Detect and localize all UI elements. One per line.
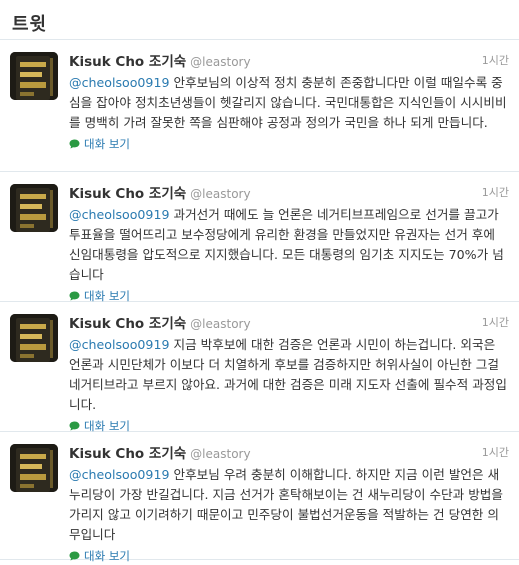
tweet-text: @cheolsoo0919 과거선거 때에도 늘 언론은 네거티브프레임으로 선… — [69, 205, 509, 285]
author-fullname[interactable]: Kisuk Cho 조기숙 — [69, 316, 186, 332]
tweet-text: @cheolsoo0919 안후보님 우려 충분히 이해합니다. 하지만 지금 … — [69, 465, 509, 545]
mention-link[interactable]: @cheolsoo0919 — [69, 75, 169, 90]
tweet-timestamp[interactable]: 1시간 — [482, 442, 509, 464]
author-fullname[interactable]: Kisuk Cho 조기숙 — [69, 186, 186, 202]
author-username[interactable]: @leastory — [190, 317, 250, 331]
tweet-text: @cheolsoo0919 지금 박후보에 대한 검증은 언론과 시민이 하는겁… — [69, 335, 509, 415]
tweet[interactable]: Kisuk Cho 조기숙 @leastory 1시간 @cheolsoo0919… — [0, 302, 519, 433]
view-conversation-link[interactable]: 대화 보기 — [69, 135, 509, 153]
tweet-timestamp[interactable]: 1시간 — [482, 312, 509, 334]
tweet[interactable]: Kisuk Cho 조기숙 @leastory 1시간 @cheolsoo0919… — [0, 40, 519, 172]
tweet-timestamp[interactable]: 1시간 — [482, 50, 509, 72]
tweet[interactable]: Kisuk Cho 조기숙 @leastory 1시간 @cheolsoo0919… — [0, 432, 519, 563]
view-conversation-label: 대화 보기 — [84, 137, 130, 151]
author-fullname[interactable]: Kisuk Cho 조기숙 — [69, 446, 186, 462]
tweet-timestamp[interactable]: 1시간 — [482, 182, 509, 204]
view-conversation-label: 대화 보기 — [84, 549, 130, 563]
view-conversation-link[interactable]: 대화 보기 — [69, 547, 509, 565]
page-title: 트윗 — [12, 14, 48, 35]
book-cover-icon — [10, 184, 58, 232]
book-cover-icon — [10, 444, 58, 492]
tweet[interactable]: Kisuk Cho 조기숙 @leastory 1시간 @cheolsoo0919… — [0, 172, 519, 303]
avatar[interactable] — [10, 444, 58, 492]
author-username[interactable]: @leastory — [190, 447, 250, 461]
author-fullname[interactable]: Kisuk Cho 조기숙 — [69, 54, 186, 70]
mention-link[interactable]: @cheolsoo0919 — [69, 207, 169, 222]
book-cover-icon — [10, 314, 58, 362]
author-username[interactable]: @leastory — [190, 55, 250, 69]
tweet-text: @cheolsoo0919 안후보님의 이상적 정치 충분히 존중합니다만 이럴… — [69, 73, 509, 133]
avatar[interactable] — [10, 52, 58, 100]
page-header: 트윗 — [0, 0, 519, 40]
mention-link[interactable]: @cheolsoo0919 — [69, 467, 169, 482]
speech-bubble-icon — [69, 139, 80, 149]
mention-link[interactable]: @cheolsoo0919 — [69, 337, 169, 352]
speech-bubble-icon — [69, 421, 80, 431]
book-cover-icon — [10, 52, 58, 100]
speech-bubble-icon — [69, 291, 80, 301]
author-username[interactable]: @leastory — [190, 187, 250, 201]
avatar[interactable] — [10, 314, 58, 362]
avatar[interactable] — [10, 184, 58, 232]
